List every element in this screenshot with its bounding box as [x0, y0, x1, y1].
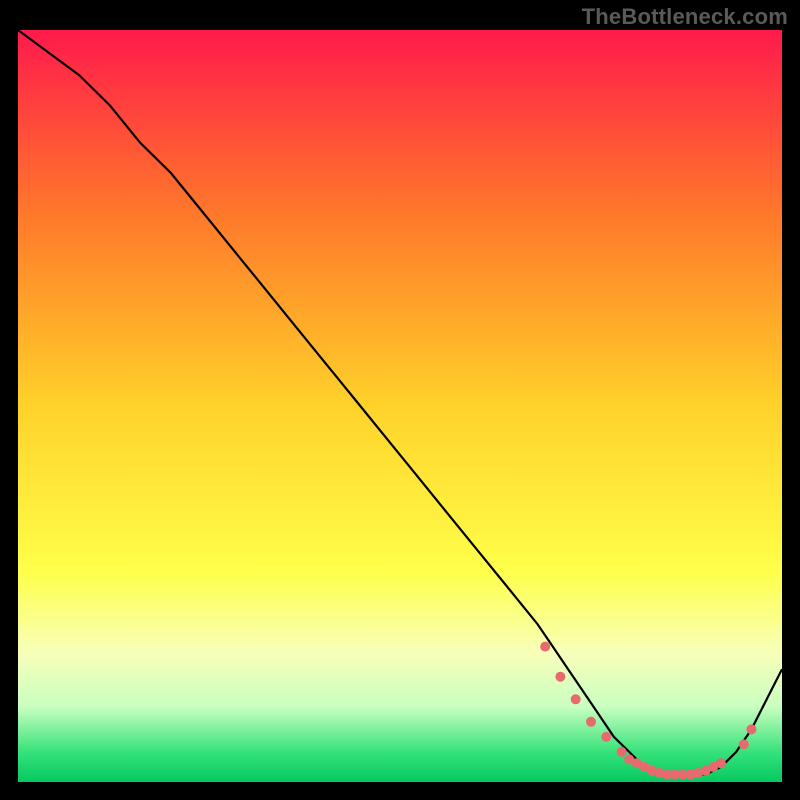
watermark-text: TheBottleneck.com [582, 4, 788, 30]
chart-container: TheBottleneck.com [0, 0, 800, 800]
marker-point [601, 732, 611, 742]
marker-point [571, 694, 581, 704]
marker-point [716, 758, 726, 768]
marker-point [617, 747, 627, 757]
marker-point [746, 724, 756, 734]
gradient-background [18, 30, 782, 782]
marker-point [586, 717, 596, 727]
plot-area [18, 30, 782, 782]
chart-svg [18, 30, 782, 782]
marker-point [555, 672, 565, 682]
marker-point [540, 642, 550, 652]
marker-point [739, 739, 749, 749]
